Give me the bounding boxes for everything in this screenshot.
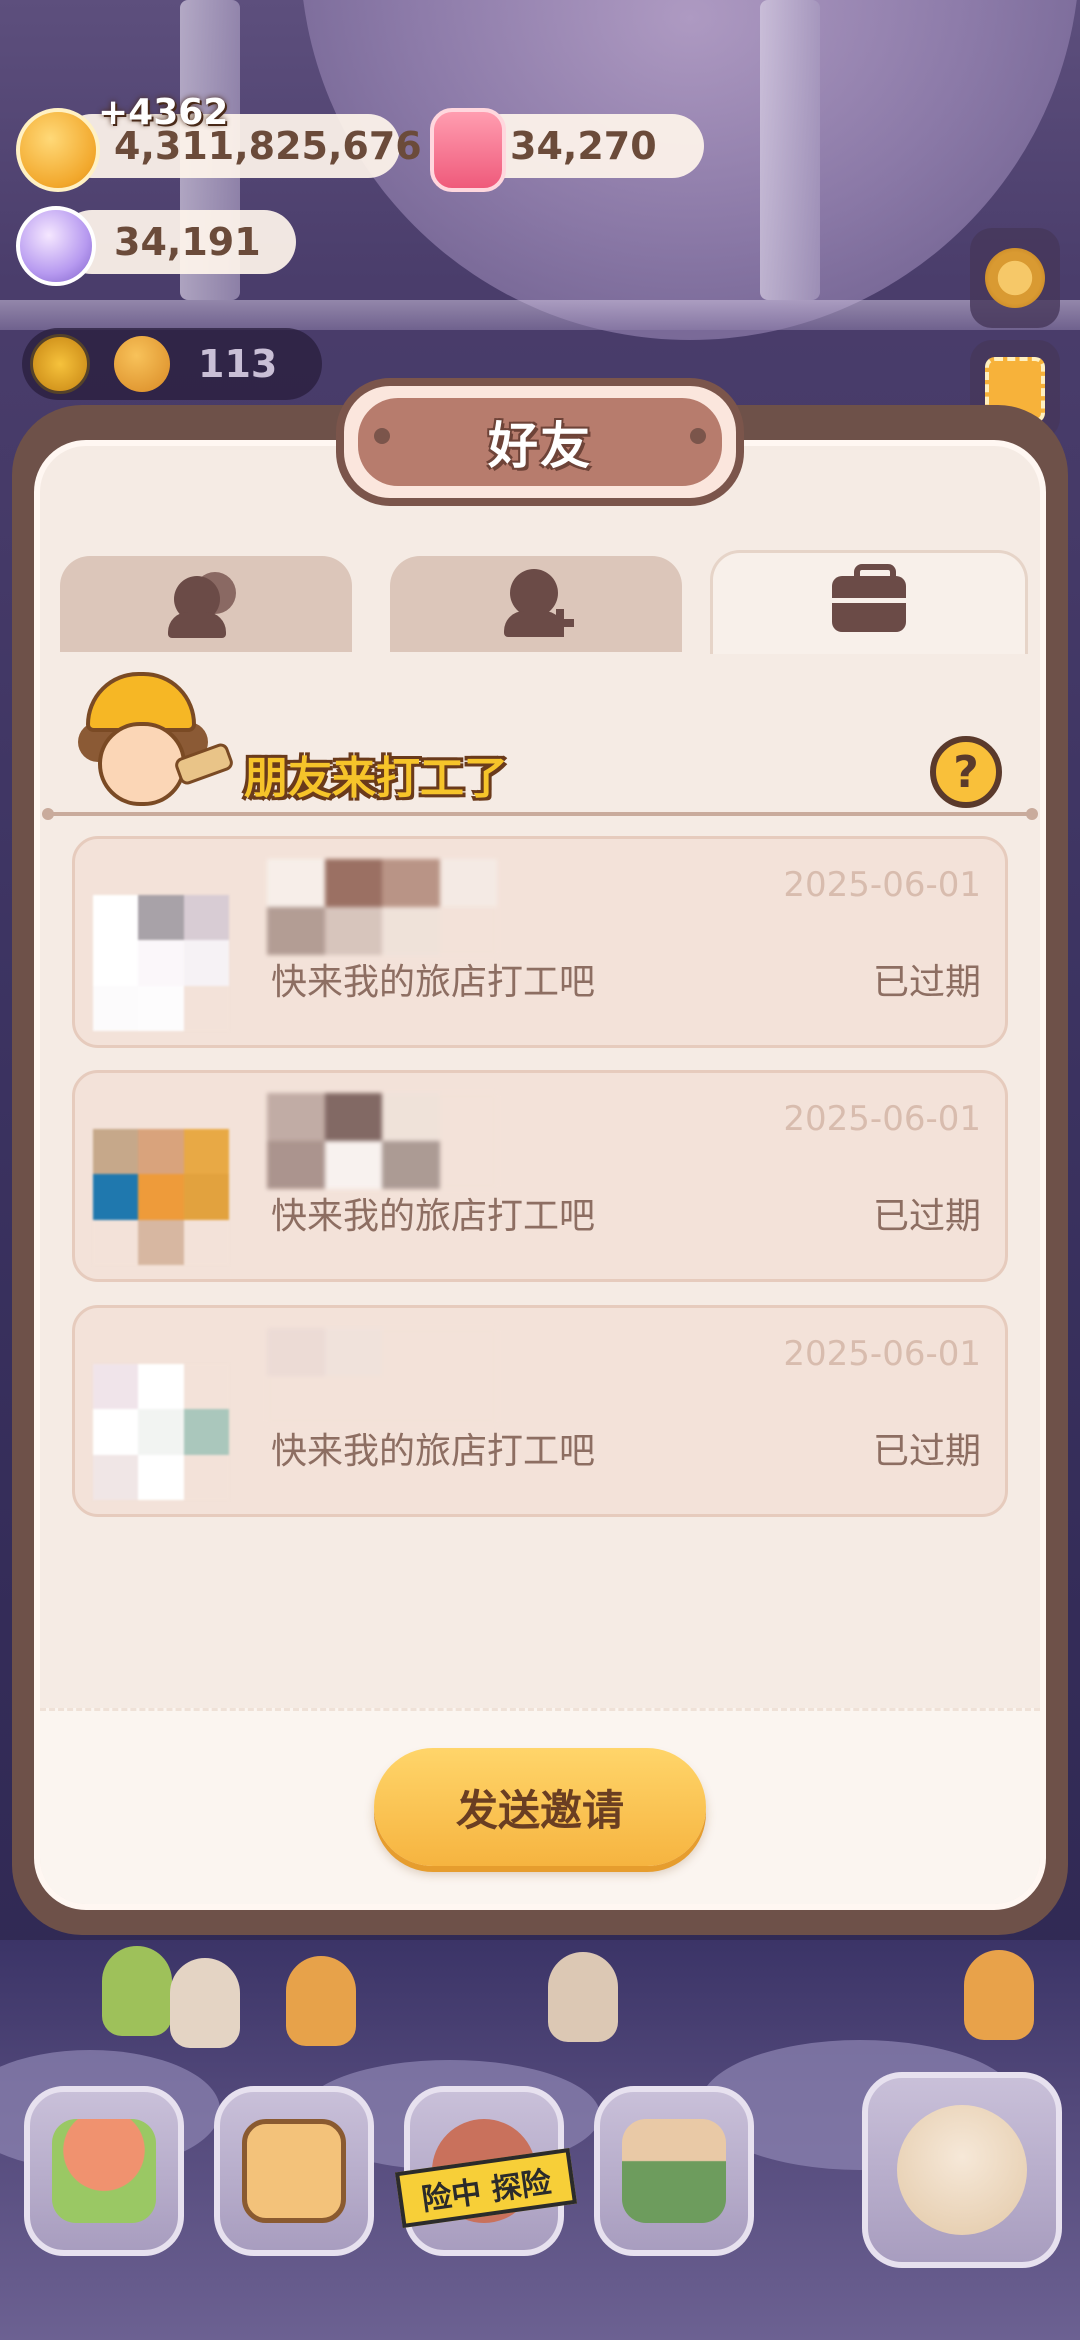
background-pillar: [760, 0, 820, 300]
tab-friends[interactable]: [60, 556, 352, 652]
send-invite-button[interactable]: 发送邀请: [374, 1748, 706, 1866]
nav-home-button[interactable]: [24, 2086, 184, 2256]
friend-avatar: [93, 1129, 229, 1265]
gem-amount: 34,191: [114, 220, 261, 264]
gear-icon: [985, 248, 1045, 308]
invite-date: 2025-06-01: [783, 1334, 981, 1374]
tab-work-invites[interactable]: [710, 550, 1028, 654]
level-count: 113: [198, 342, 278, 386]
invite-message: 快来我的旅店打工吧: [271, 1431, 596, 1472]
friend-name-redacted: [267, 859, 497, 955]
npc-character: [964, 1950, 1034, 2040]
candle-amount: 34,270: [510, 124, 657, 168]
invite-message: 快来我的旅店打工吧: [271, 1196, 596, 1237]
worker-character-icon: [68, 672, 236, 812]
dialog-title: 好友: [488, 417, 592, 475]
npc-character: [286, 1956, 356, 2046]
gem-icon: [16, 206, 96, 286]
invite-status: 已过期: [872, 1431, 981, 1472]
invite-date: 2025-06-01: [783, 1099, 981, 1139]
background-railing: [0, 300, 1080, 330]
nav-notebook-button[interactable]: [214, 2086, 374, 2256]
friends-icon: [166, 572, 246, 638]
dialog-title-plaque: 好友: [336, 378, 744, 506]
pet-character-icon: [897, 2105, 1027, 2235]
candle-icon: [430, 108, 506, 192]
briefcase-icon: [832, 563, 906, 632]
shop-icon: [622, 2119, 726, 2223]
header-divider: [42, 808, 1038, 820]
invite-status: 已过期: [872, 1196, 981, 1237]
level-indicator[interactable]: 113: [22, 328, 322, 400]
invite-status: 已过期: [872, 962, 981, 1003]
add-friend-icon: [496, 569, 576, 639]
friend-name-redacted: [267, 1328, 497, 1424]
mushroom-house-icon: [52, 2119, 156, 2223]
invite-date: 2025-06-01: [783, 865, 981, 905]
nav-shop-button[interactable]: [594, 2086, 754, 2256]
tab-add-friend[interactable]: [390, 556, 682, 652]
friend-name-redacted: [267, 1093, 497, 1189]
invite-message: 快来我的旅店打工吧: [271, 962, 596, 1003]
invite-card[interactable]: 2025-06-01 快来我的旅店打工吧 已过期: [72, 1070, 1008, 1282]
friend-avatar: [93, 1364, 229, 1500]
settings-button[interactable]: [970, 228, 1060, 328]
npc-character: [102, 1946, 172, 2036]
friend-avatar: [93, 895, 229, 1031]
work-banner-title: 朋友来打工了: [244, 753, 508, 804]
cookie-icon: [114, 336, 170, 392]
invite-card[interactable]: 2025-06-01 快来我的旅店打工吧 已过期: [72, 836, 1008, 1048]
coin-icon: [16, 108, 100, 192]
nav-pet-button[interactable]: [862, 2072, 1062, 2268]
help-button[interactable]: ?: [930, 736, 1002, 808]
sun-icon: [30, 334, 90, 394]
npc-character: [548, 1952, 618, 2042]
coin-bonus-text: +4362: [98, 92, 229, 133]
notebook-icon: [242, 2119, 346, 2223]
npc-character: [170, 1958, 240, 2048]
invite-card[interactable]: 2025-06-01 快来我的旅店打工吧 已过期: [72, 1305, 1008, 1517]
